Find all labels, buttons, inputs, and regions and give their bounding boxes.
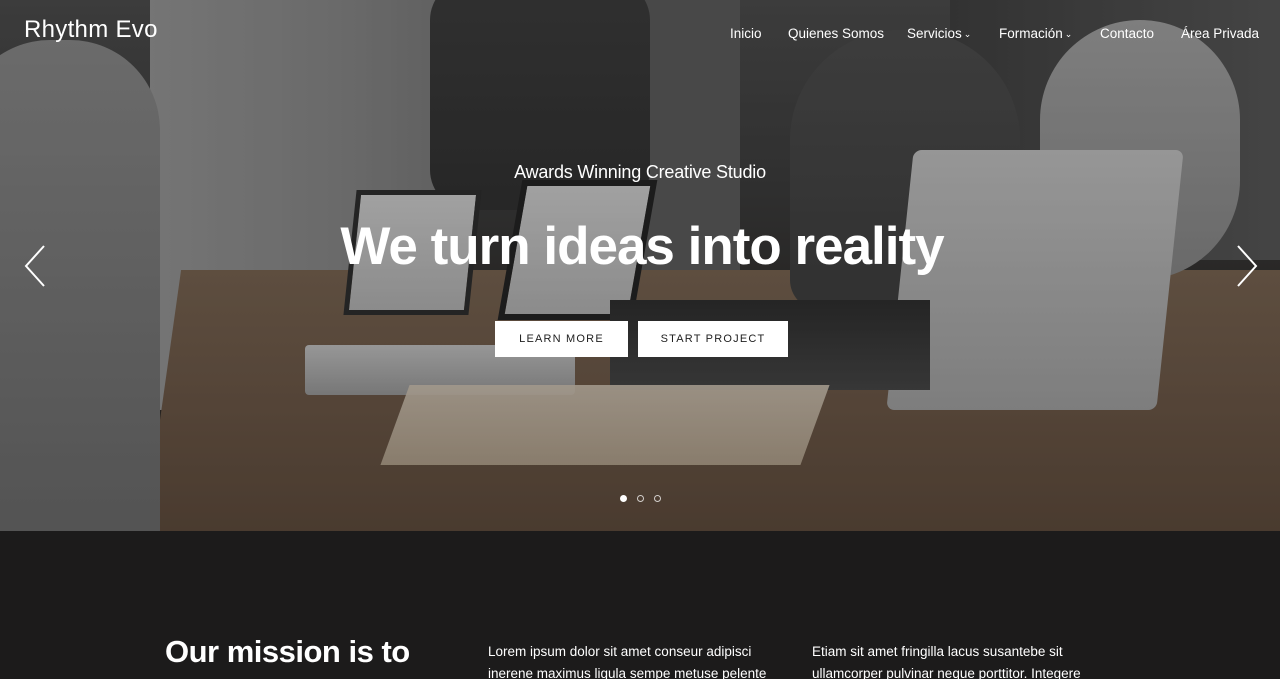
chevron-down-icon: ⌄ <box>1064 29 1073 39</box>
nav-item-servicios[interactable]: Servicios ⌄ <box>907 26 971 41</box>
nav-item-inicio[interactable]: Inicio <box>730 26 762 41</box>
slider-dot-1[interactable] <box>620 495 627 502</box>
mission-text-column: Etiam sit amet fringilla lacus susantebe… <box>812 644 1081 679</box>
nav-item-label: Área Privada <box>1181 26 1260 41</box>
learn-more-button[interactable]: LEARN MORE <box>495 321 628 357</box>
nav-item-label: Servicios <box>907 26 962 41</box>
chevron-left-icon <box>24 245 45 287</box>
slider-dot-2[interactable] <box>637 495 644 502</box>
mission-section: Our mission is to Lorem ipsum dolor sit … <box>0 531 1280 679</box>
start-project-button[interactable]: START PROJECT <box>638 321 788 357</box>
slider-pagination <box>620 495 664 503</box>
nav-item-formacion[interactable]: Formación ⌄ <box>999 26 1072 41</box>
nav-item-label: Inicio <box>730 26 762 41</box>
chevron-right-icon <box>1237 245 1258 287</box>
mission-text-column: Lorem ipsum dolor sit amet conseur adipi… <box>488 644 767 679</box>
mission-title: Our mission is to <box>165 634 410 669</box>
nav-item-label: Formación <box>999 26 1063 41</box>
nav-item-area-privada[interactable]: Área Privada <box>1181 26 1259 41</box>
hero-title: We turn ideas into reality <box>340 217 944 276</box>
slider-dot-3[interactable] <box>654 495 661 502</box>
hero-slider: Rhythm Evo Inicio Quienes Somos Servicio… <box>0 0 1280 531</box>
slider-next-button[interactable] <box>1236 244 1258 288</box>
nav-item-quienes-somos[interactable]: Quienes Somos <box>788 26 884 41</box>
site-logo[interactable]: Rhythm Evo <box>24 16 158 44</box>
nav-item-label: Quienes Somos <box>788 26 885 41</box>
nav-item-contacto[interactable]: Contacto <box>1100 26 1154 41</box>
nav-item-label: Contacto <box>1100 26 1155 41</box>
hero-subtitle: Awards Winning Creative Studio <box>514 162 766 182</box>
chevron-down-icon: ⌄ <box>963 29 972 39</box>
page: Rhythm Evo Inicio Quienes Somos Servicio… <box>0 0 1280 679</box>
slider-prev-button[interactable] <box>24 244 46 288</box>
